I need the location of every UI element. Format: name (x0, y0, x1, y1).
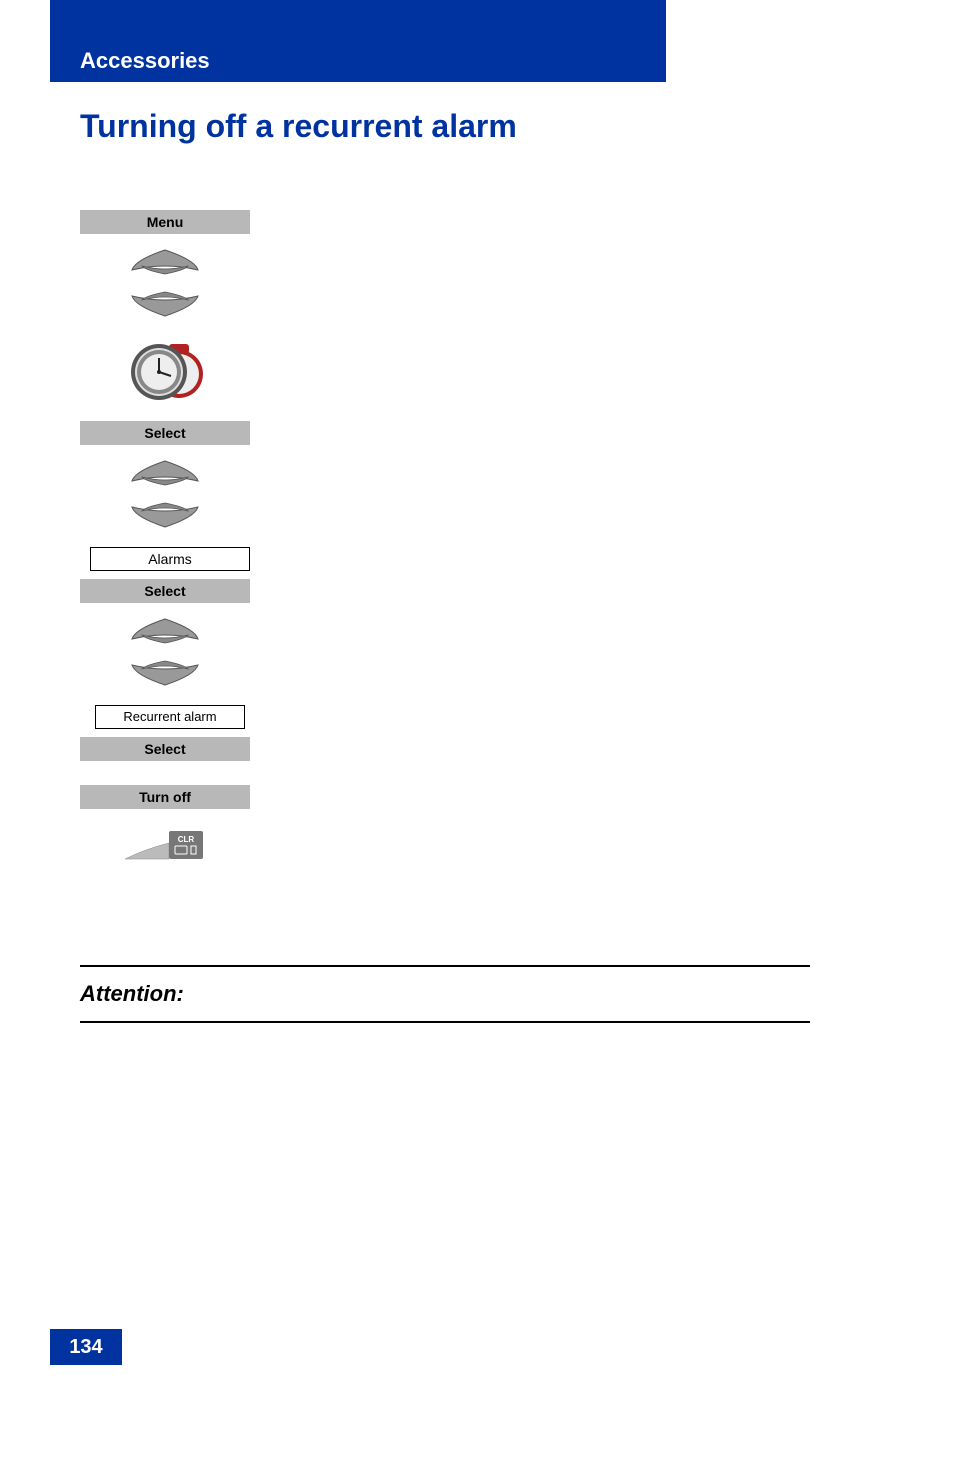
menu-item-alarms: Alarms (90, 547, 250, 571)
clock-alarm-icon (80, 336, 250, 411)
softkey-turn-off: Turn off (80, 785, 250, 809)
nav-up-down-icon (80, 459, 250, 529)
nav-up-down-icon (80, 617, 250, 687)
section-label: Accessories (80, 48, 210, 74)
softkey-select-2: Select (80, 579, 250, 603)
attention-block: Attention: (80, 965, 810, 1023)
softkey-select-3: Select (80, 737, 250, 761)
divider (80, 1021, 810, 1023)
clr-key-label: CLR (178, 835, 195, 844)
clr-key-icon: CLR (80, 829, 250, 868)
section-banner: Accessories (50, 0, 666, 82)
softkey-menu: Menu (80, 210, 250, 234)
procedure-steps: Menu Select Alarm (80, 210, 260, 868)
attention-label: Attention: (80, 967, 810, 1021)
nav-up-down-icon (80, 248, 250, 318)
page-number: 134 (50, 1329, 122, 1365)
softkey-select-1: Select (80, 421, 250, 445)
menu-item-recurrent-alarm: Recurrent alarm (95, 705, 245, 729)
page-title: Turning off a recurrent alarm (80, 108, 517, 145)
